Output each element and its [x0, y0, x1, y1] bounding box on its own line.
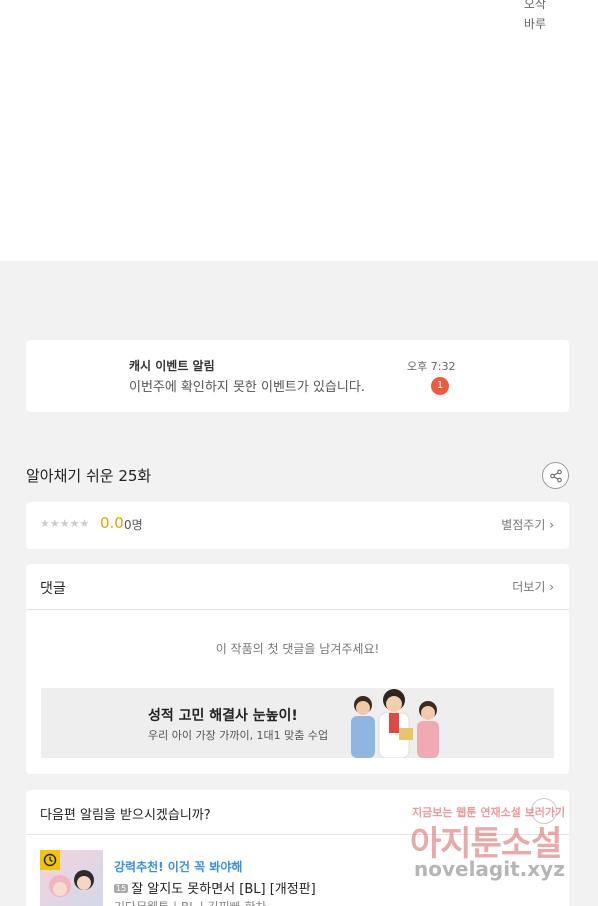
- recommend-title-text: 잘 알지도 못하면서 [BL] [개정판]: [131, 882, 316, 897]
- top-caption-line1: 오삭: [523, 0, 546, 11]
- ad-illustration-icon: [351, 689, 439, 758]
- share-button[interactable]: [542, 462, 569, 489]
- episode-title: 알아채기 쉬운 25화: [26, 467, 152, 485]
- notification-title: 캐시 이벤트 알림: [129, 359, 215, 373]
- next-alert-question: 다음편 알림을 받으시겠습니까?: [40, 808, 211, 823]
- age-rating-badge: 15: [114, 884, 129, 893]
- event-notification[interactable]: 캐시 이벤트 알림 이번주에 확인하지 못한 이벤트가 있습니다. 오후 7:3…: [26, 340, 569, 412]
- top-caption-line2: 바루: [523, 17, 546, 31]
- divider: [26, 609, 569, 610]
- recommend-title[interactable]: 15 잘 알지도 못하면서 [BL] [개정판]: [114, 878, 316, 897]
- ad-title: 성적 고민 해결사 눈높이!: [148, 708, 298, 724]
- divider: [26, 834, 569, 835]
- next-episode-card: 다음편 알림을 받으시겠습니까? 강력추천! 이건 꼭 봐야해 15 잘 알지도 …: [26, 790, 569, 906]
- notification-time: 오후 7:32: [407, 360, 456, 373]
- viewer-end-area: 오삭 바루: [0, 0, 598, 261]
- top-caption: 오삭 바루: [524, 0, 546, 34]
- comments-title: 댓글: [40, 581, 66, 597]
- notification-message: 이번주에 확인하지 못한 이벤트가 있습니다.: [129, 380, 365, 395]
- rating-card: ★★★★★ 0.0 0명 별점주기 ›: [26, 502, 569, 549]
- recommend-thumbnail[interactable]: [40, 850, 103, 906]
- ad-subtitle: 우리 아이 가장 가까이, 1대1 맞춤 수업: [148, 729, 329, 742]
- star-rating-icon: ★★★★★: [40, 517, 90, 530]
- ad-banner[interactable]: 성적 고민 해결사 눈높이! 우리 아이 가장 가까이, 1대1 맞춤 수업: [41, 688, 554, 758]
- recommend-label: 강력추천! 이건 꼭 봐야해: [114, 860, 243, 874]
- alert-toggle-button[interactable]: [531, 798, 557, 824]
- comments-more-link[interactable]: 더보기 ›: [512, 578, 554, 595]
- thumbnail-art-icon: [49, 870, 94, 897]
- rating-score: 0.0: [100, 514, 124, 532]
- comments-empty-message[interactable]: 이 작품의 첫 댓글을 남겨주세요!: [26, 640, 569, 657]
- comments-card: 댓글 더보기 › 이 작품의 첫 댓글을 남겨주세요! 성적 고민 해결사 눈높…: [26, 564, 569, 774]
- recommend-meta: 기다무웹툰 | BL | 김찌빠 한차: [114, 898, 266, 906]
- notification-badge: 1: [431, 377, 449, 395]
- rate-button[interactable]: 별점주기 ›: [501, 516, 554, 533]
- rating-count: 0명: [124, 518, 143, 532]
- share-icon: [549, 469, 562, 482]
